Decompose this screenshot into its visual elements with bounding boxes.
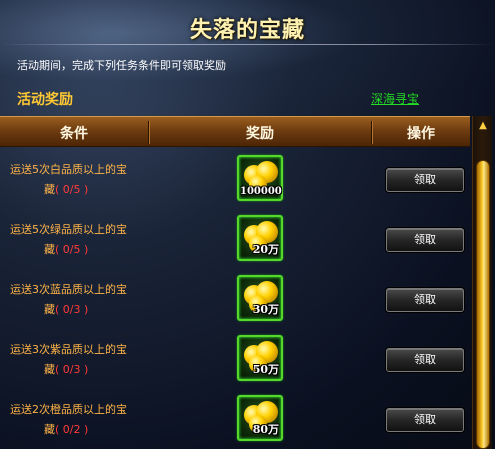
condition-line-end: 藏 <box>44 423 55 436</box>
reward-amount: 100000 <box>240 186 282 197</box>
claim-button[interactable]: 领取 <box>386 408 464 432</box>
table-header: 条件 奖励 操作 <box>0 116 470 147</box>
reward-slot[interactable]: 100000 <box>237 155 283 201</box>
section-title: 活动奖励 <box>17 92 73 108</box>
condition-line-end: 藏 <box>44 363 55 376</box>
condition-line: 运送3次蓝品质以上的宝 <box>10 283 127 296</box>
condition-line-end: 藏 <box>44 183 55 196</box>
task-row: 运送5次白品质以上的宝 藏( 0/5 ) 100000 领取 <box>0 148 470 208</box>
condition-line: 运送5次白品质以上的宝 <box>10 163 127 176</box>
task-condition: 运送2次橙品质以上的宝 藏( 0/2 ) <box>10 400 150 440</box>
title-bar: 失落的宝藏 <box>0 0 495 52</box>
reward-amount: 80万 <box>252 423 279 436</box>
condition-line-end: 藏 <box>44 243 55 256</box>
condition-line: 运送3次紫品质以上的宝 <box>10 343 127 356</box>
task-row: 运送3次紫品质以上的宝 藏( 0/3 ) 50万 领取 <box>0 328 470 388</box>
progress-count: ( 0/2 ) <box>55 423 89 436</box>
task-row: 运送5次绿品质以上的宝 藏( 0/5 ) 20万 领取 <box>0 208 470 268</box>
task-row: 运送3次蓝品质以上的宝 藏( 0/3 ) 30万 领取 <box>0 268 470 328</box>
task-condition: 运送5次绿品质以上的宝 藏( 0/5 ) <box>10 220 150 260</box>
progress-count: ( 0/5 ) <box>55 183 89 196</box>
condition-line-end: 藏 <box>44 303 55 316</box>
task-list: 运送5次白品质以上的宝 藏( 0/5 ) 100000 领取 运送5次绿品质以上… <box>0 148 470 449</box>
header-action: 操作 <box>407 126 435 142</box>
reward-slot[interactable]: 20万 <box>237 215 283 261</box>
progress-count: ( 0/3 ) <box>55 303 89 316</box>
arrow-up-icon[interactable]: ▲ <box>476 119 490 133</box>
claim-button[interactable]: 领取 <box>386 348 464 372</box>
title-divider <box>0 44 495 45</box>
header-condition: 条件 <box>60 126 88 142</box>
event-panel: 失落的宝藏 活动期间，完成下列任务条件即可领取奖励 活动奖励 深海寻宝 条件 奖… <box>0 0 495 449</box>
page-title: 失落的宝藏 <box>189 17 305 43</box>
task-row: 运送2次橙品质以上的宝 藏( 0/2 ) 80万 领取 <box>0 388 470 448</box>
claim-button[interactable]: 领取 <box>386 168 464 192</box>
condition-line: 运送2次橙品质以上的宝 <box>10 403 127 416</box>
reward-slot[interactable]: 30万 <box>237 275 283 321</box>
task-condition: 运送3次紫品质以上的宝 藏( 0/3 ) <box>10 340 150 380</box>
progress-count: ( 0/3 ) <box>55 363 89 376</box>
progress-count: ( 0/5 ) <box>55 243 89 256</box>
reward-slot[interactable]: 80万 <box>237 395 283 441</box>
reward-amount: 30万 <box>252 303 279 316</box>
claim-button[interactable]: 领取 <box>386 288 464 312</box>
scrollbar[interactable]: ▲ <box>472 116 492 449</box>
claim-button[interactable]: 领取 <box>386 228 464 252</box>
reward-amount: 20万 <box>252 243 279 256</box>
condition-line: 运送5次绿品质以上的宝 <box>10 223 127 236</box>
task-condition: 运送5次白品质以上的宝 藏( 0/5 ) <box>10 160 150 200</box>
reward-slot[interactable]: 50万 <box>237 335 283 381</box>
scrollbar-thumb[interactable] <box>476 160 490 449</box>
task-condition: 运送3次蓝品质以上的宝 藏( 0/3 ) <box>10 280 150 320</box>
deep-sea-treasure-link[interactable]: 深海寻宝 <box>371 90 419 107</box>
event-description: 活动期间，完成下列任务条件即可领取奖励 <box>17 59 226 72</box>
header-reward: 奖励 <box>246 126 274 142</box>
reward-amount: 50万 <box>252 363 279 376</box>
